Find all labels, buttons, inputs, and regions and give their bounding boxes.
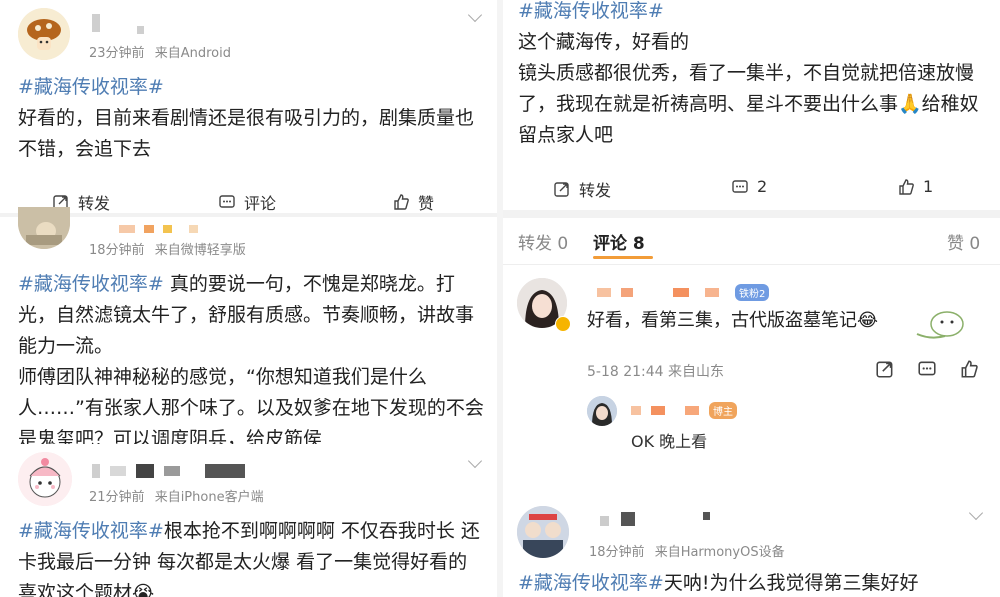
post-body: 好看的，目前来看剧情还是很有吸引力的，剧集质量也不错，会追下去 <box>18 107 475 160</box>
post-text: #藏海传收视率# 真的要说一句，不愧是郑晓龙。打光，自然滤镜太牛了，舒服有质感。… <box>18 269 486 455</box>
post-meta: 18分钟前 来自微博轻享版 <box>89 239 246 258</box>
comment-icon <box>732 179 748 193</box>
comment-text: 好看，看第三集，古代版盗墓笔记😂 <box>587 310 879 331</box>
avatar[interactable] <box>587 396 617 426</box>
username-redacted <box>621 288 633 297</box>
comment-button[interactable]: 评论 <box>218 190 276 214</box>
tab-active-indicator <box>593 256 653 259</box>
tab-separator <box>503 264 1000 265</box>
username-redacted <box>703 512 710 520</box>
post-time: 18分钟前 <box>589 545 645 560</box>
thumbs-up-icon <box>899 178 914 195</box>
chevron-down-icon[interactable] <box>467 453 483 469</box>
tab-forward[interactable]: 转发 0 <box>518 229 568 254</box>
username-redacted <box>205 464 245 478</box>
username-redacted <box>110 466 126 476</box>
sticker-image <box>911 300 971 342</box>
username-redacted <box>92 464 100 478</box>
username-redacted <box>651 406 665 415</box>
like-button[interactable]: 1 <box>897 177 933 196</box>
post-meta: 23分钟前 来自Android <box>89 42 231 61</box>
post-card[interactable]: 18分钟前 来自微博轻享版 #藏海传收视率# 真的要说一句，不愧是郑晓龙。打光，… <box>0 207 497 450</box>
forward-button[interactable]: 转发 <box>553 177 611 201</box>
comment-meta: 5-18 21:44 来自山东 <box>587 364 725 380</box>
post-separator <box>503 210 1000 218</box>
share-icon[interactable] <box>875 359 895 379</box>
post-card[interactable]: 18分钟前 来自HarmonyOS设备 #藏海传收视率#天呐!为什么我觉得第三集… <box>503 498 1000 597</box>
username-redacted <box>631 406 641 415</box>
avatar-mushroom-icon <box>18 8 70 60</box>
thumbs-up-icon <box>394 194 409 210</box>
post-time: 18分钟前 <box>89 243 145 258</box>
username-redacted <box>685 406 699 415</box>
verified-icon <box>555 316 571 332</box>
avatar[interactable] <box>18 207 70 249</box>
post-separator <box>503 456 1000 501</box>
post-body-continued: 镜头质感都很优秀，看了一集半，不自觉就把倍速放慢了，我现在就是祈祷高明、星斗不要… <box>518 62 979 146</box>
username-redacted <box>119 225 135 233</box>
avatar-cartoon-girl-icon <box>18 452 72 506</box>
hashtag[interactable]: #藏海传收视率# <box>18 520 164 542</box>
tab-like[interactable]: 赞 0 <box>947 229 980 254</box>
post-source: 来自微博轻享版 <box>154 243 246 258</box>
username-redacted <box>673 288 689 297</box>
like-button[interactable]: 赞 <box>392 190 434 214</box>
post-source: 来自Android <box>154 46 231 61</box>
left-feed: 23分钟前 来自Android #藏海传收视率# 好看的，目前来看剧情还是很有吸… <box>0 0 497 597</box>
avatar-group-photo-icon <box>517 506 569 558</box>
hashtag[interactable]: #藏海传收视率# <box>18 76 164 98</box>
post-source: 来自iPhone客户端 <box>154 490 264 505</box>
post-text: #藏海传收视率#根本抢不到啊啊啊啊 不仅吞我时长 还卡我最后一分钟 每次都是太火… <box>18 516 480 597</box>
post-meta: 21分钟前 来自iPhone客户端 <box>89 486 264 505</box>
post-body-continued: 师傅团队神神秘秘的感觉，“你想知道我们是什么人……”有张家人那个味了。以及奴爹在… <box>18 366 484 450</box>
avatar[interactable] <box>517 506 569 558</box>
post-time: 21分钟前 <box>89 490 145 505</box>
username-redacted <box>163 225 172 233</box>
forward-icon <box>554 182 569 197</box>
username-redacted <box>597 288 611 297</box>
post-card[interactable]: #藏海传收视率# 这个藏海传，好看的 镜头质感都很优秀，看了一集半，不自觉就把倍… <box>503 0 1000 210</box>
username-redacted <box>92 14 100 32</box>
avatar[interactable] <box>18 8 70 60</box>
username-redacted <box>136 464 154 478</box>
post-text: #藏海传收视率# 这个藏海传，好看的 镜头质感都很优秀，看了一集半，不自觉就把倍… <box>518 0 988 151</box>
hashtag[interactable]: #藏海传收视率# <box>18 273 164 295</box>
reply-icon[interactable] <box>917 359 937 379</box>
post-body: 这个藏海传，好看的 <box>518 31 690 53</box>
hashtag[interactable]: #藏海传收视率# <box>518 0 664 22</box>
chevron-down-icon[interactable] <box>467 7 483 23</box>
right-feed: #藏海传收视率# 这个藏海传，好看的 镜头质感都很优秀，看了一集半，不自觉就把倍… <box>503 0 1000 597</box>
post-text: #藏海传收视率# 好看的，目前来看剧情还是很有吸引力的，剧集质量也不错，会追下去 <box>18 72 483 165</box>
sticker-cat-icon <box>916 311 964 339</box>
post-card[interactable]: 23分钟前 来自Android #藏海传收视率# 好看的，目前来看剧情还是很有吸… <box>0 0 497 215</box>
tab-comment[interactable]: 评论 8 <box>593 229 645 254</box>
post-body: 天呐!为什么我觉得第三集好好 <box>663 572 919 594</box>
post-meta: 18分钟前 来自HarmonyOS设备 <box>589 541 785 560</box>
thumbs-up-icon[interactable] <box>959 359 979 379</box>
post-time: 23分钟前 <box>89 46 145 61</box>
username-redacted <box>705 288 719 297</box>
comment-icon <box>219 195 235 208</box>
username-redacted <box>164 466 180 476</box>
post-source: 来自HarmonyOS设备 <box>654 545 785 560</box>
avatar[interactable] <box>18 452 72 506</box>
sub-reply[interactable]: 博主 OK 晚上看 <box>587 392 987 452</box>
fan-badge: 铁粉2 <box>735 284 770 301</box>
host-badge: 博主 <box>709 402 737 419</box>
username-redacted <box>137 26 144 34</box>
chevron-down-icon[interactable] <box>968 505 984 521</box>
hashtag[interactable]: #藏海传收视率# <box>518 572 664 594</box>
comment-button[interactable]: 2 <box>731 177 767 196</box>
post-text: #藏海传收视率#天呐!为什么我觉得第三集好好 <box>518 568 988 597</box>
username-redacted <box>189 225 198 233</box>
username-redacted <box>600 516 609 526</box>
username-redacted <box>144 225 154 233</box>
avatar-photo-icon <box>18 207 70 249</box>
sub-reply-text: OK 晚上看 <box>631 432 708 451</box>
username-redacted <box>621 512 635 526</box>
post-card[interactable]: 21分钟前 来自iPhone客户端 #藏海传收视率#根本抢不到啊啊啊啊 不仅吞我… <box>0 444 497 597</box>
avatar-photo-icon <box>587 396 617 426</box>
comment-item[interactable]: 铁粉2 好看，看第三集，古代版盗墓笔记😂 5-18 21:44 来自山东 博主 … <box>503 270 1000 460</box>
